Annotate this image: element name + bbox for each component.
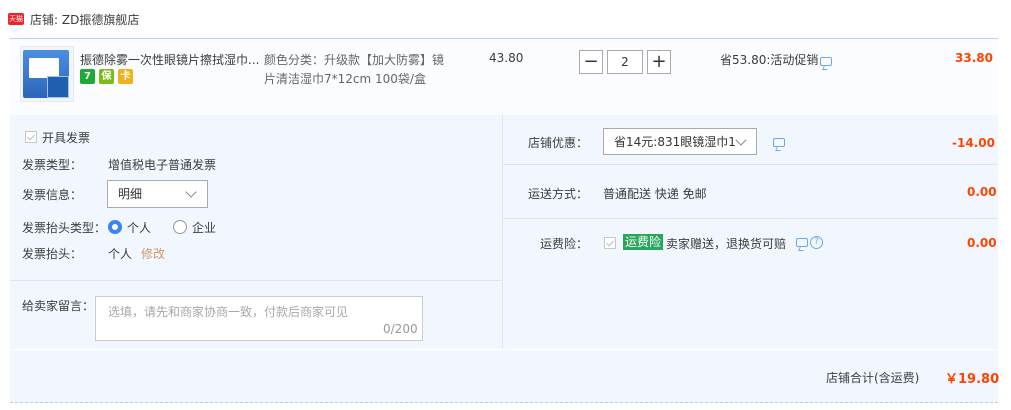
- shop-name[interactable]: 店铺: ZD振德旗舰店: [30, 11, 139, 28]
- shipping-label: 运送方式：: [528, 187, 589, 201]
- unit-price: 43.80: [489, 51, 524, 65]
- chat-icon[interactable]: [773, 138, 785, 147]
- sku-line: 颜色分类：升级款【加大防雾】镜: [264, 53, 445, 67]
- invoice-header-value: 个人: [108, 247, 133, 261]
- quantity-decrease-button[interactable]: −: [579, 50, 603, 74]
- product-thumbnail[interactable]: [20, 46, 74, 102]
- product-title[interactable]: 振德除雾一次性眼镜片擦拭湿巾...: [80, 51, 260, 68]
- invoice-type-value: 增值税电子普通发票: [108, 158, 217, 172]
- discount-select[interactable]: 省14元:831眼镜湿巾1: [603, 128, 757, 155]
- invoice-checkbox-label: 开具发票: [42, 131, 91, 145]
- invoice-header-label: 发票抬头：: [22, 247, 83, 261]
- invoice-info-label: 发票信息：: [22, 188, 83, 202]
- total-label: 店铺合计(含运费): [826, 371, 920, 385]
- message-placeholder: 选填，请先和商家协商一致，付款后商家可见: [108, 305, 349, 319]
- divider: [503, 164, 998, 165]
- shipping-value: 普通配送 快递 免邮: [603, 187, 707, 201]
- sku-info: 颜色分类：升级款【加大防雾】镜 片清洁湿巾7*12cm 100袋/盒: [264, 51, 464, 89]
- insurance-checkbox: [604, 237, 616, 249]
- divider: [503, 218, 998, 219]
- item-row: [10, 38, 998, 116]
- divider: [10, 280, 502, 281]
- discount-label: 店铺优惠：: [528, 136, 589, 150]
- insurance-desc: 卖家赠送，退换货可赔: [666, 237, 787, 251]
- insurance-icon[interactable]: 保: [99, 69, 114, 84]
- message-counter: 0/200: [383, 322, 418, 336]
- modify-link[interactable]: 修改: [141, 245, 165, 262]
- invoice-type-label: 发票类型：: [22, 158, 83, 172]
- promo-text: 省53.80:活动促销: [720, 53, 819, 67]
- invoice-checkbox[interactable]: [25, 131, 37, 143]
- insurance-tag: 运费险: [623, 234, 664, 250]
- radio-company[interactable]: [173, 220, 187, 234]
- sku-line: 片清洁湿巾7*12cm 100袋/盒: [264, 72, 426, 86]
- radio-personal[interactable]: [108, 220, 122, 234]
- total-value: ￥19.80: [945, 372, 1000, 387]
- shipping-amount: 0.00: [967, 185, 997, 199]
- shop-header: [0, 0, 1011, 38]
- radio-company-label[interactable]: 企业: [192, 219, 216, 236]
- chat-icon[interactable]: [820, 57, 832, 66]
- message-label: 给卖家留言：: [22, 299, 95, 313]
- discount-selected-value: 省14元:831眼镜湿巾1: [614, 135, 736, 149]
- discount-amount: -14.00: [952, 136, 995, 150]
- 7-day-return-icon[interactable]: 7: [80, 69, 95, 84]
- invoice-info-value: 明细: [118, 187, 143, 201]
- insurance-amount: 0.00: [967, 236, 997, 250]
- tmall-badge-icon: 天猫: [8, 13, 24, 25]
- item-subtotal: 33.80: [955, 51, 993, 65]
- card-icon[interactable]: 卡: [118, 69, 133, 84]
- radio-personal-label[interactable]: 个人: [127, 219, 151, 236]
- quantity-input[interactable]: 2: [607, 50, 643, 74]
- chat-icon[interactable]: [796, 238, 808, 247]
- help-icon[interactable]: ?: [810, 236, 823, 249]
- invoice-header-type-label: 发票抬头类型：: [22, 221, 107, 235]
- quantity-increase-button[interactable]: +: [647, 50, 671, 74]
- insurance-label: 运费险：: [540, 237, 589, 251]
